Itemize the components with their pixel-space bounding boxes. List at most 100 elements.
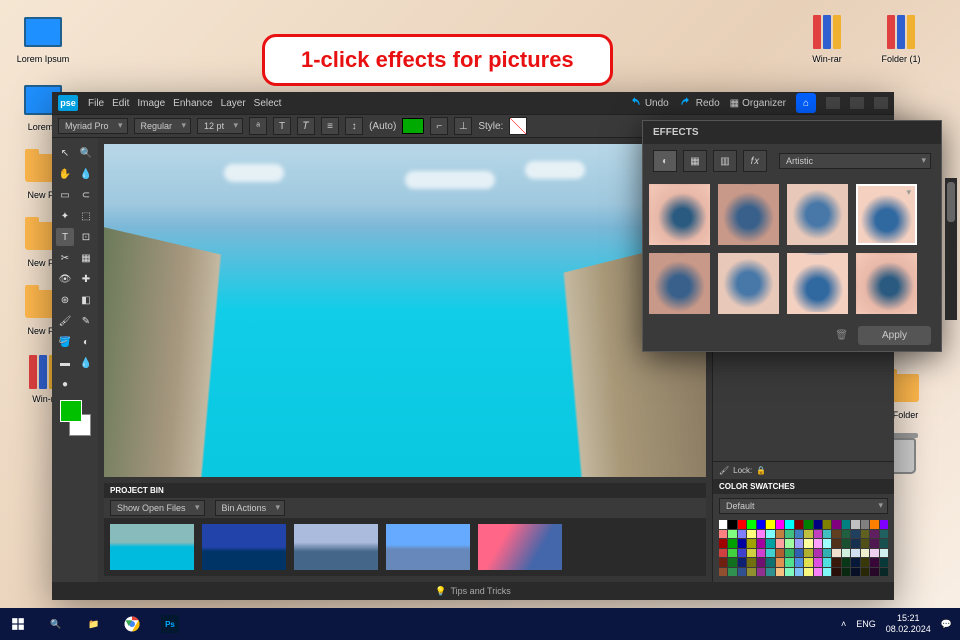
desktop-icon-winrar[interactable]: Win-rar [800, 12, 854, 64]
effect-thumb[interactable] [787, 253, 848, 314]
swatch-color[interactable] [880, 549, 888, 557]
zoom-tool[interactable]: 🔍 [77, 144, 95, 162]
effect-thumb[interactable] [649, 184, 710, 245]
swatch-color[interactable] [766, 539, 774, 547]
swatch-color[interactable] [728, 558, 736, 566]
organizer-button[interactable]: ▦ Organizer [730, 98, 786, 109]
swatches-set-select[interactable]: Default [719, 498, 888, 514]
swatch-color[interactable] [823, 558, 831, 566]
swatch-color[interactable] [776, 539, 784, 547]
swatch-color[interactable] [842, 520, 850, 528]
swatch-color[interactable] [861, 530, 869, 538]
chrome-button[interactable] [114, 608, 150, 640]
swatch-color[interactable] [795, 558, 803, 566]
clone-tool[interactable]: ⊛ [56, 291, 74, 309]
swatch-color[interactable] [757, 558, 765, 566]
bin-thumbnail[interactable] [386, 524, 470, 570]
swatch-color[interactable] [842, 549, 850, 557]
effects-scrollbar[interactable] [945, 178, 957, 320]
foreground-color[interactable] [60, 400, 82, 422]
swatch-color[interactable] [823, 568, 831, 576]
search-button[interactable]: 🔍 [38, 608, 74, 640]
menu-layer[interactable]: Layer [221, 98, 246, 109]
selection-tool[interactable]: ⬚ [77, 207, 95, 225]
warp-button[interactable]: ⌐ [430, 117, 448, 135]
status-text[interactable]: Tips and Tricks [451, 586, 511, 596]
eyedropper-tool[interactable]: 💧 [77, 165, 95, 183]
swatch-color[interactable] [823, 549, 831, 557]
swatch-color[interactable] [766, 549, 774, 557]
smart-brush-tool[interactable]: ✎ [77, 312, 95, 330]
swatch-color[interactable] [870, 549, 878, 557]
menu-select[interactable]: Select [254, 98, 282, 109]
type-tool[interactable]: T [56, 228, 74, 246]
brush-tool[interactable]: 🖌 [56, 312, 74, 330]
swatch-color[interactable] [785, 549, 793, 557]
bin-thumbnail[interactable] [202, 524, 286, 570]
swatch-color[interactable] [766, 520, 774, 528]
leading-button[interactable]: ↕ [345, 117, 363, 135]
menu-image[interactable]: Image [137, 98, 165, 109]
swatch-color[interactable] [832, 558, 840, 566]
swatch-color[interactable] [719, 549, 727, 557]
swatch-color[interactable] [757, 520, 765, 528]
swatch-color[interactable] [880, 530, 888, 538]
swatch-color[interactable] [842, 558, 850, 566]
fx-tab[interactable]: 𝑓𝑥 [743, 150, 767, 172]
swatch-color[interactable] [738, 558, 746, 566]
swatch-color[interactable] [747, 549, 755, 557]
swatch-color[interactable] [842, 530, 850, 538]
effect-thumb-selected[interactable] [856, 184, 917, 245]
swatch-color[interactable] [814, 549, 822, 557]
effect-thumb[interactable] [787, 184, 848, 245]
filters-tab[interactable]: ◐ [653, 150, 677, 172]
swatch-color[interactable] [766, 530, 774, 538]
swatch-color[interactable] [804, 568, 812, 576]
swatch-color[interactable] [747, 530, 755, 538]
swatch-color[interactable] [757, 539, 765, 547]
bin-thumbnail[interactable] [294, 524, 378, 570]
crop-tool[interactable]: ⊡ [77, 228, 95, 246]
swatch-color[interactable] [880, 539, 888, 547]
menu-file[interactable]: File [88, 98, 104, 109]
swatch-color[interactable] [814, 530, 822, 538]
effect-thumb[interactable] [856, 253, 917, 314]
bold-button[interactable]: T [273, 117, 291, 135]
swatch-color[interactable] [719, 539, 727, 547]
swatch-color[interactable] [861, 520, 869, 528]
notifications-icon[interactable]: 💬 [941, 619, 952, 630]
lasso-tool[interactable]: ⊂ [77, 186, 95, 204]
swatch-color[interactable] [870, 568, 878, 576]
swatch-color[interactable] [747, 520, 755, 528]
home-button[interactable]: ⌂ [796, 93, 816, 113]
apply-button[interactable]: Apply [858, 326, 931, 345]
bucket-tool[interactable]: 🪣 [56, 333, 74, 351]
bin-thumbnail[interactable] [110, 524, 194, 570]
swatch-color[interactable] [842, 568, 850, 576]
hand-tool[interactable]: ✋ [56, 165, 74, 183]
swatch-color[interactable] [795, 549, 803, 557]
swatch-color[interactable] [804, 520, 812, 528]
swatch-color[interactable] [719, 558, 727, 566]
swatch-color[interactable] [832, 549, 840, 557]
swatch-color[interactable] [823, 530, 831, 538]
swatch-color[interactable] [814, 539, 822, 547]
effect-thumb[interactable] [718, 253, 779, 314]
style-none[interactable] [509, 117, 527, 135]
start-button[interactable] [0, 608, 36, 640]
italic-button[interactable]: 𝑇 [297, 117, 315, 135]
swatch-color[interactable] [832, 539, 840, 547]
swatch-color[interactable] [880, 568, 888, 576]
swatch-color[interactable] [804, 530, 812, 538]
swatch-color[interactable] [851, 549, 859, 557]
gradient-tool[interactable]: ◐ [77, 333, 95, 351]
swatch-color[interactable] [795, 520, 803, 528]
swatch-color[interactable] [785, 568, 793, 576]
swatch-color[interactable] [795, 539, 803, 547]
swatch-color[interactable] [766, 558, 774, 566]
wand-tool[interactable]: ✦ [56, 207, 74, 225]
swatch-color[interactable] [747, 539, 755, 547]
maximize-button[interactable] [850, 97, 864, 109]
swatch-color[interactable] [795, 530, 803, 538]
swatch-color[interactable] [785, 539, 793, 547]
